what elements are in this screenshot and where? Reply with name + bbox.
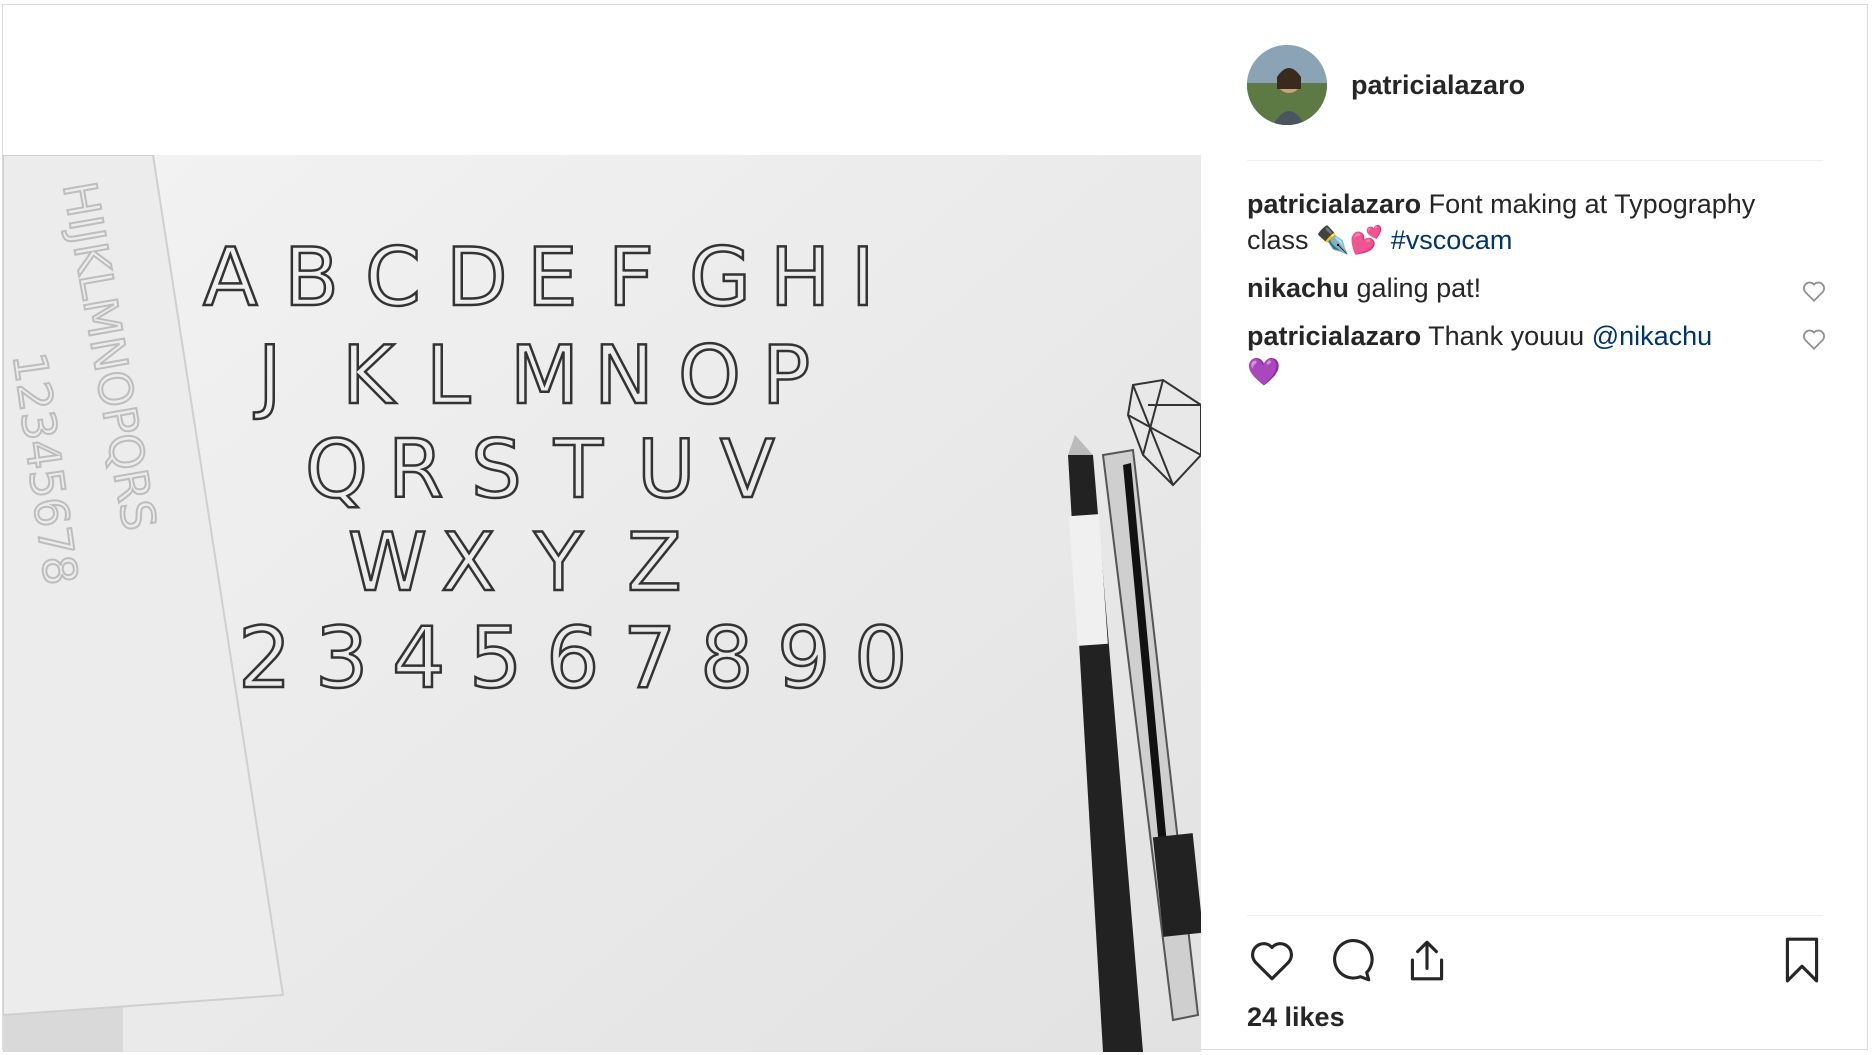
- post-photo[interactable]: HIJKLMNOPQRS 12345678 ABCDEFGHI JKLMNOP Q…: [3, 155, 1201, 1052]
- photo-glyph: Y: [533, 516, 584, 609]
- photo-glyph: Z: [627, 516, 682, 609]
- caption: patricialazaro Font making at Typography…: [1247, 186, 1837, 258]
- caption-hashtag[interactable]: #vscocam: [1391, 225, 1513, 255]
- header-divider: [1247, 160, 1823, 161]
- photo-glyph: I: [851, 231, 875, 324]
- photo-glyph: J: [253, 329, 282, 422]
- photo-glyph: W: [348, 516, 427, 609]
- post-header: patricialazaro: [1247, 45, 1525, 125]
- photo-artwork: HIJKLMNOPQRS12345678 ABCDEFGHI JKLMNOP Q…: [3, 155, 1201, 1052]
- photo-glyph: B: [284, 231, 339, 324]
- comment-text: Thank youuu: [1421, 321, 1592, 351]
- photo-glyph: 9: [777, 609, 830, 707]
- likes-count[interactable]: 24 likes: [1247, 1002, 1345, 1033]
- photo-glyph: 2: [238, 609, 291, 707]
- photo-glyph: L: [426, 329, 471, 422]
- photo-glyph: A: [203, 231, 258, 324]
- comment-author[interactable]: nikachu: [1247, 273, 1349, 303]
- photo-glyph: M: [510, 329, 579, 422]
- comment-mention[interactable]: @nikachu: [1592, 321, 1712, 351]
- photo-glyph: V: [720, 423, 775, 516]
- small-heart-icon[interactable]: [1801, 326, 1827, 352]
- small-heart-icon[interactable]: [1801, 278, 1827, 304]
- photo-glyph: C: [365, 231, 421, 324]
- photo-glyph: G: [689, 231, 751, 324]
- photo-glyph: 0: [854, 609, 907, 707]
- photo-glyph: R: [388, 423, 444, 516]
- photo-glyph: U: [637, 423, 696, 516]
- actions-divider: [1247, 915, 1823, 916]
- photo-glyph: Q: [305, 423, 368, 516]
- photo-glyph: X: [441, 516, 496, 609]
- photo-glyph: E: [527, 231, 578, 324]
- photo-glyph: T: [553, 423, 604, 516]
- share-icon[interactable]: [1402, 935, 1452, 985]
- photo-glyph: O: [678, 329, 741, 422]
- photo-glyph: 7: [623, 609, 676, 707]
- photo-glyph: D: [446, 231, 508, 324]
- photo-glyph: N: [594, 329, 654, 422]
- photo-glyph: 5: [469, 609, 522, 707]
- action-bar: [1247, 935, 1827, 989]
- comment-author[interactable]: patricialazaro: [1247, 321, 1421, 351]
- photo-glyph: K: [342, 329, 397, 422]
- photo-glyph: 6: [546, 609, 599, 707]
- photo-glyph: S: [471, 423, 522, 516]
- comment-emoji: 💜: [1247, 357, 1281, 387]
- photo-glyph: H: [770, 231, 830, 324]
- photo-glyph: 4: [392, 609, 445, 707]
- photo-glyph: 8: [700, 609, 753, 707]
- comment-item: nikachu galing pat!: [1247, 270, 1837, 306]
- comments-list: patricialazaro Font making at Typography…: [1247, 186, 1837, 402]
- heart-icon[interactable]: [1247, 935, 1297, 985]
- photo-glyph: 3: [315, 609, 368, 707]
- comment-text: galing pat!: [1349, 273, 1482, 303]
- avatar[interactable]: [1247, 45, 1327, 125]
- caption-author[interactable]: patricialazaro: [1247, 189, 1421, 219]
- comment-item: patricialazaro Thank youuu @nikachu 💜: [1247, 318, 1837, 390]
- photo-glyph: F: [608, 231, 654, 324]
- photo-glyph: P: [762, 329, 810, 422]
- post-username[interactable]: patricialazaro: [1351, 70, 1525, 101]
- bookmark-icon[interactable]: [1777, 935, 1827, 985]
- comment-icon[interactable]: [1325, 935, 1375, 985]
